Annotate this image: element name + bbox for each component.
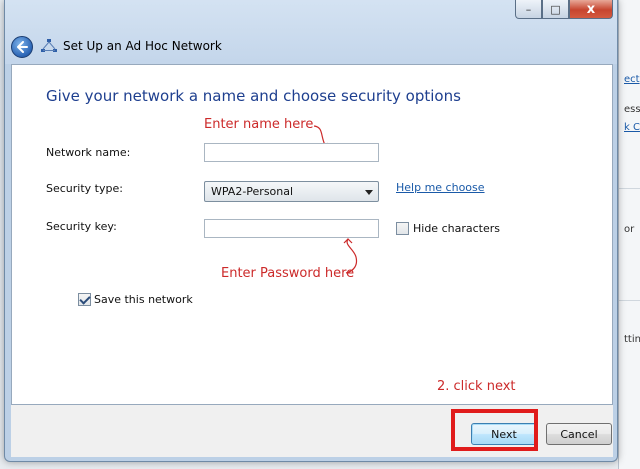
security-key-label: Security key: [46, 220, 117, 233]
ad-hoc-dialog: – □ x Set Up an Ad Hoc Network Give your… [4, 0, 618, 462]
content-panel: Give your network a name and choose secu… [11, 64, 613, 405]
security-key-input[interactable] [204, 219, 379, 238]
security-type-label: Security type: [46, 182, 123, 195]
background-text: k C [624, 122, 640, 133]
minimize-button[interactable]: – [515, 0, 542, 19]
background-text: or [624, 224, 635, 235]
save-network-label: Save this network [94, 293, 193, 306]
background-text: ess [624, 104, 640, 115]
maximize-button[interactable]: □ [542, 0, 569, 19]
network-name-label: Network name: [46, 146, 131, 159]
back-arrow-icon [17, 41, 28, 53]
highlight-box [451, 409, 538, 451]
cancel-button[interactable]: Cancel [546, 423, 612, 445]
chevron-down-icon [365, 190, 373, 195]
divider [619, 300, 640, 301]
annotation-enter-password: Enter Password here [221, 266, 355, 281]
help-me-choose-link[interactable]: Help me choose [396, 181, 485, 194]
window-title: Set Up an Ad Hoc Network [63, 39, 222, 53]
save-network-checkbox[interactable] [78, 293, 91, 306]
caption-buttons: – □ x [515, 0, 613, 21]
background-window: ect ess k C or ttin [618, 0, 640, 469]
annotation-enter-name: Enter name here [204, 117, 314, 132]
background-text: ttin [624, 334, 640, 345]
close-button[interactable]: x [569, 0, 613, 19]
divider [619, 188, 640, 189]
security-type-select[interactable]: WPA2-Personal [204, 181, 379, 202]
hide-characters-checkbox[interactable] [396, 222, 409, 235]
hide-characters-label: Hide characters [413, 222, 500, 235]
network-name-input[interactable] [204, 143, 379, 162]
back-button[interactable] [11, 36, 33, 58]
page-heading: Give your network a name and choose secu… [46, 87, 461, 105]
security-type-value: WPA2-Personal [211, 185, 294, 198]
background-text: ect [624, 74, 640, 85]
network-icon [41, 39, 57, 52]
annotation-click-next: 2. click next [437, 379, 516, 394]
